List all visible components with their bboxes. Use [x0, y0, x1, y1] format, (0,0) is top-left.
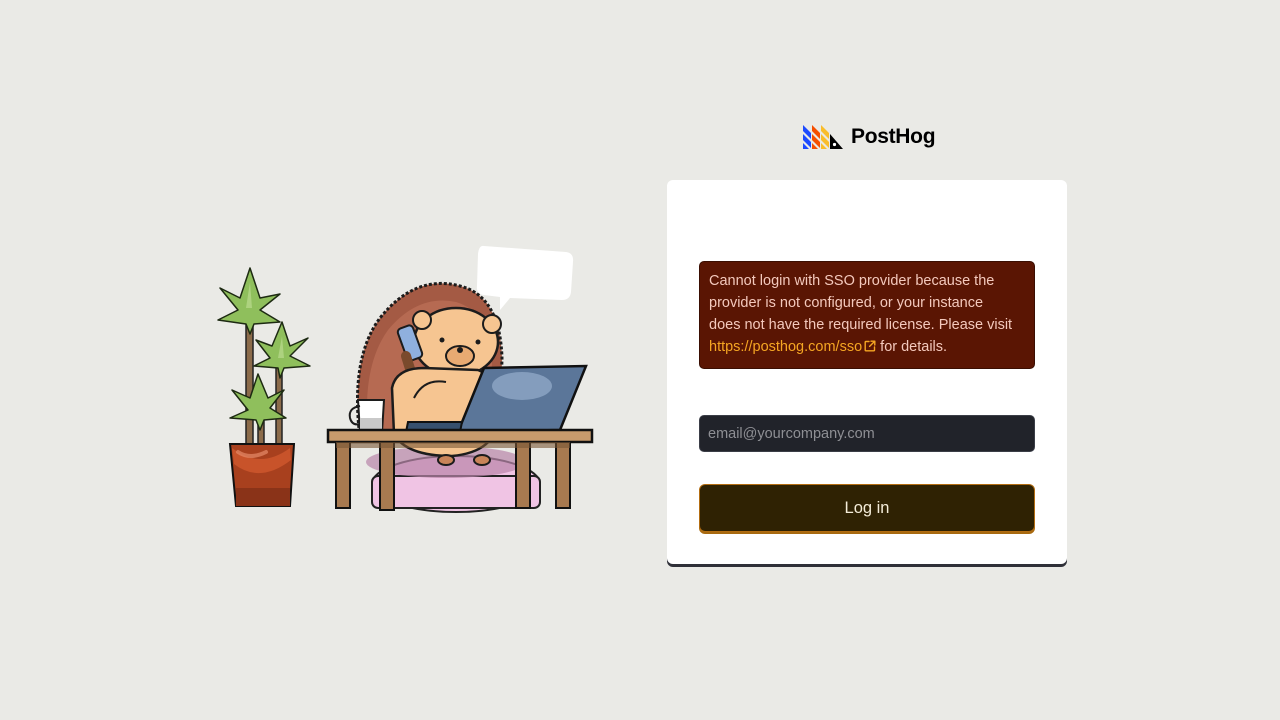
posthog-logo-mark-icon: [803, 125, 843, 149]
potted-plant-icon: [217, 267, 311, 507]
brand-name: PostHog: [851, 125, 936, 148]
error-text-before: Cannot login with SSO provider because t…: [709, 273, 1013, 333]
sso-docs-link[interactable]: https://posthog.com/sso: [709, 339, 876, 355]
sso-docs-link-text: https://posthog.com/sso: [709, 339, 863, 355]
email-field[interactable]: [699, 415, 1035, 452]
login-button[interactable]: Log in: [699, 484, 1035, 532]
posthog-logo: PostHog: [803, 124, 936, 150]
sso-error-banner: Cannot login with SSO provider because t…: [699, 261, 1035, 369]
login-card: Cannot login with SSO provider because t…: [667, 180, 1067, 564]
external-link-icon: [864, 340, 876, 352]
login-page: PostHog Cannot login with SSO provider b…: [0, 0, 1280, 720]
speech-bubble-icon: [476, 245, 574, 310]
mug-icon: [348, 399, 386, 433]
hedgehog-illustration: [217, 245, 594, 513]
error-text-after: for details.: [876, 339, 948, 355]
